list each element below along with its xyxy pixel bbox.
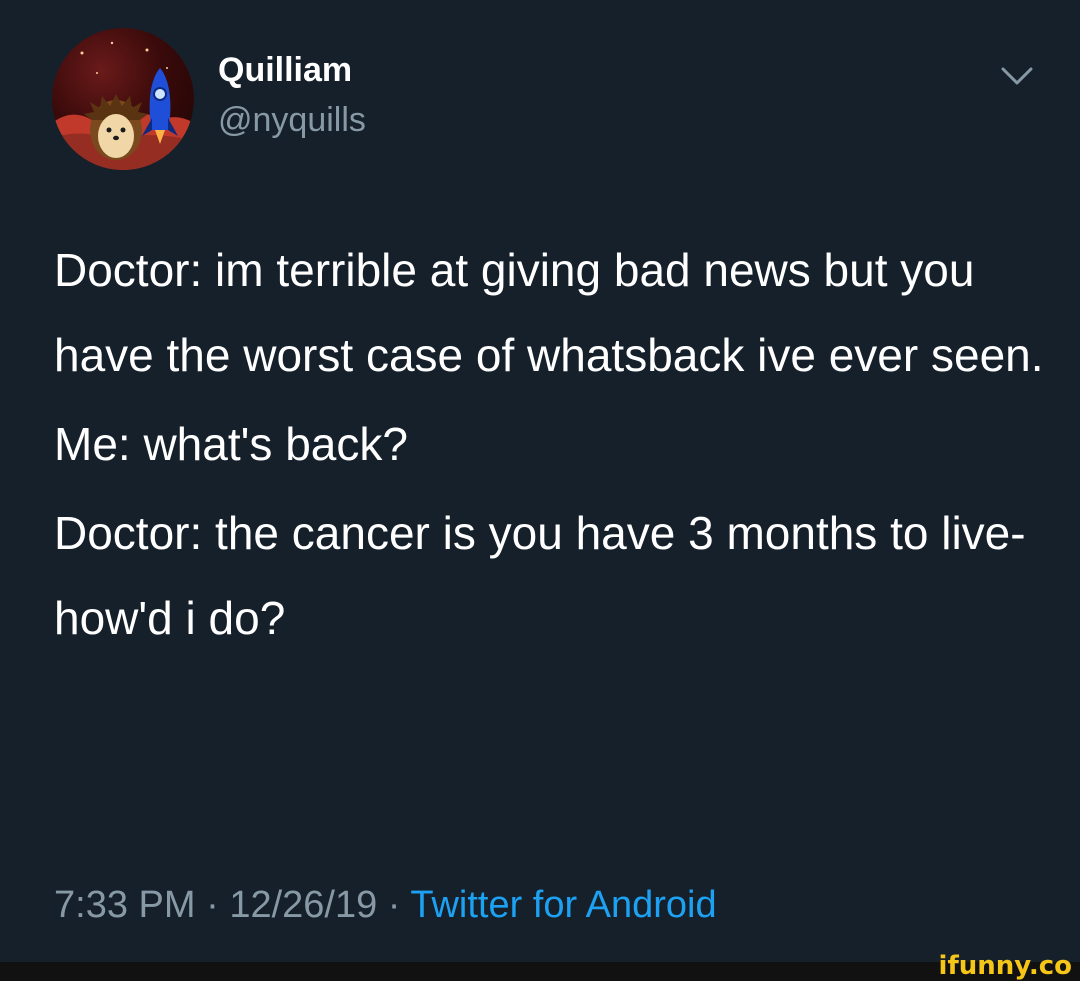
meta-separator: · <box>377 884 411 926</box>
display-name[interactable]: Quilliam <box>218 50 352 90</box>
avatar[interactable] <box>52 28 194 170</box>
tweet-paragraph: Doctor: the cancer is you have 3 months … <box>54 507 1026 644</box>
tweet-date[interactable]: 12/26/19 <box>229 884 377 926</box>
avatar-hedgehog-rocket-icon <box>52 41 194 170</box>
tweet-paragraph: Me: what's back? <box>54 418 408 470</box>
user-handle[interactable]: @nyquills <box>218 100 366 140</box>
footer-bar <box>0 962 1080 981</box>
chevron-down-icon[interactable] <box>998 62 1036 90</box>
tweet-paragraph: Doctor: im terrible at giving bad news b… <box>54 244 1044 381</box>
meta-separator: · <box>195 884 230 926</box>
watermark-logo: ifunny.co <box>938 951 1072 981</box>
tweet-time[interactable]: 7:33 PM <box>54 884 196 926</box>
tweet-source-link[interactable]: Twitter for Android <box>410 884 716 926</box>
tweet-text: Doctor: im terrible at giving bad news b… <box>54 228 1054 661</box>
tweet-card: Quilliam @nyquills Doctor: im terrible a… <box>0 0 1080 962</box>
tweet-metadata: 7:33 PM · 12/26/19 · Twitter for Android <box>54 880 717 930</box>
